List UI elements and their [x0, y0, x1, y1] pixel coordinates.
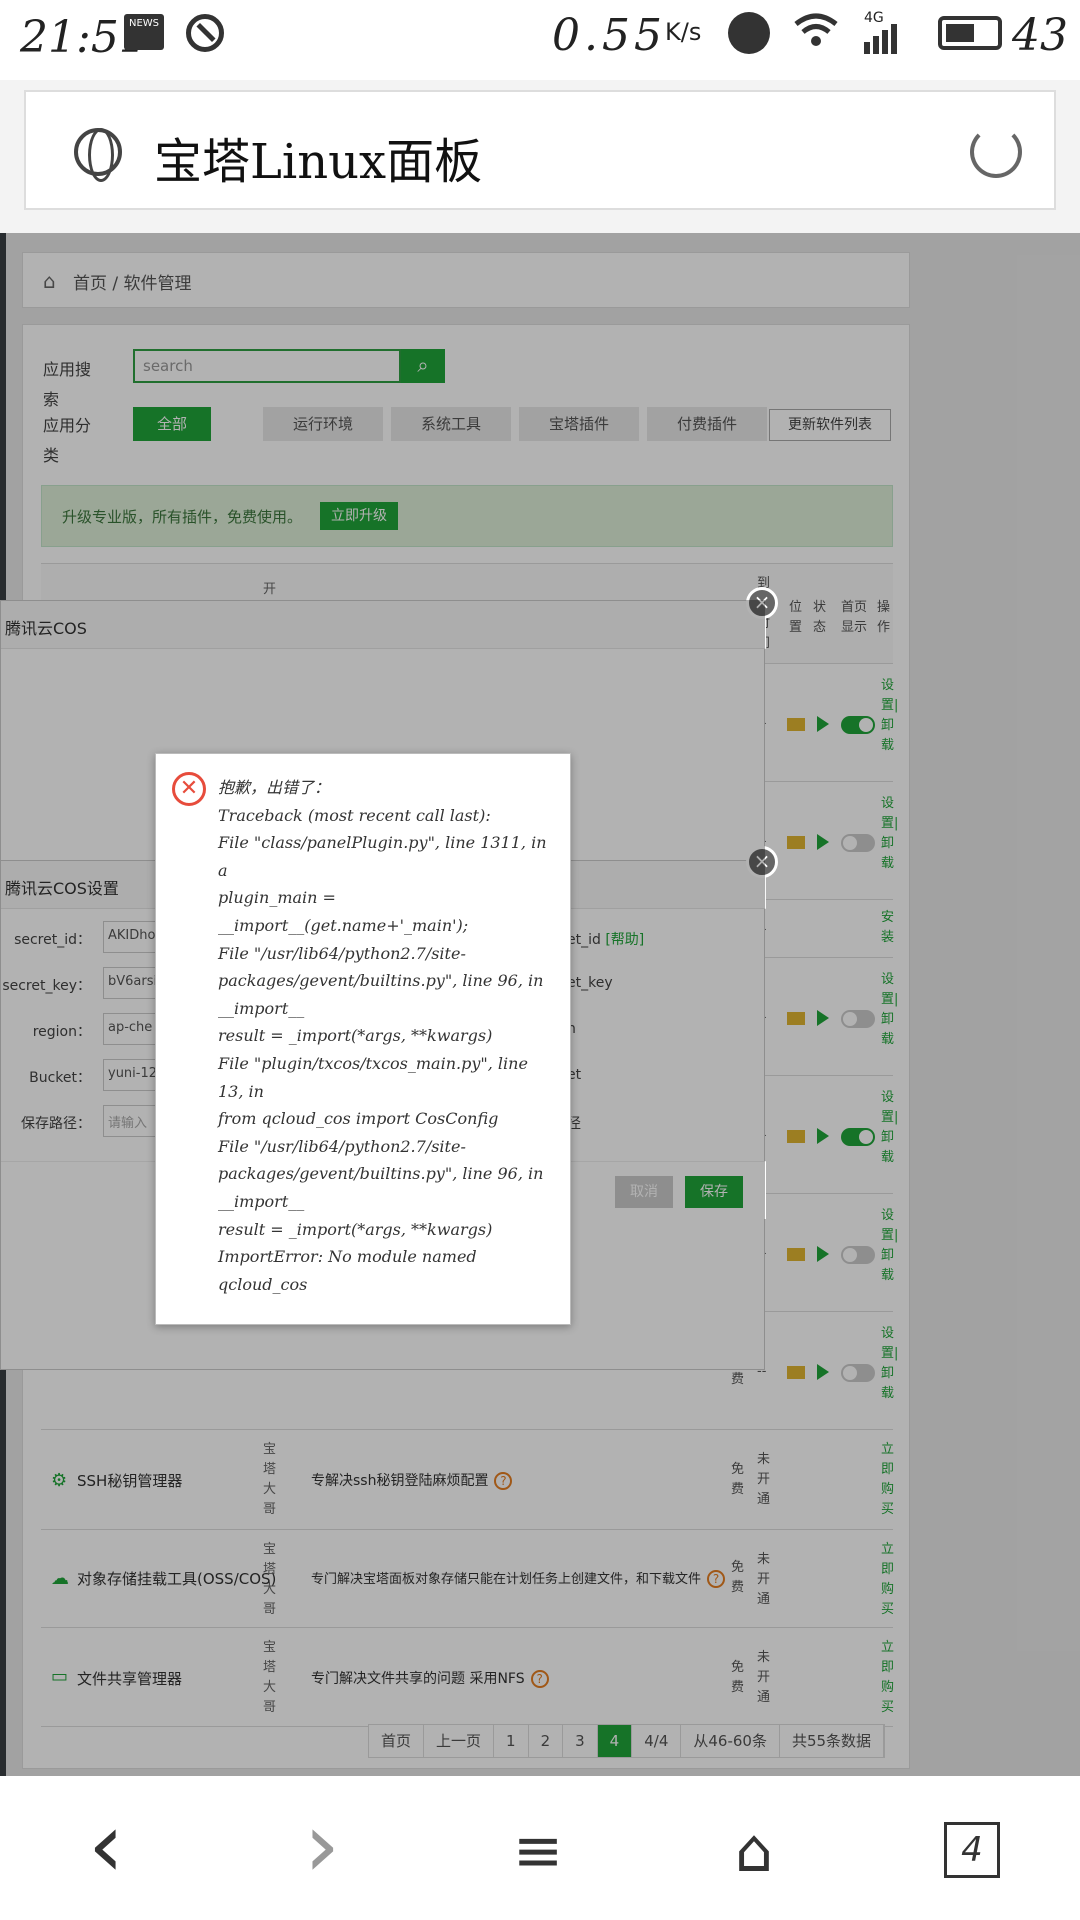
signal-icon [864, 24, 900, 54]
error-line: from qcloud_cos import CosConfig [218, 1109, 499, 1129]
error-line: result = _import(*args, **kwargs) [218, 1219, 493, 1239]
battery-icon [938, 16, 1002, 50]
tabs-button[interactable]: 4 [944, 1822, 1000, 1878]
error-icon: ✕ [172, 772, 206, 806]
globe-icon [74, 128, 122, 182]
browser-toolbar: 宝塔Linux面板 [0, 80, 1080, 233]
error-line: File "/usr/lib64/python2.7/site-packages… [218, 943, 544, 1018]
do-not-disturb-icon [186, 14, 224, 52]
page-title: 宝塔Linux面板 [154, 134, 483, 190]
battery-level: 43 [1012, 10, 1068, 61]
net-speed-unit: K/s [665, 18, 702, 46]
address-bar[interactable]: 宝塔Linux面板 [24, 90, 1056, 210]
net-speed: 0.55 [552, 10, 666, 61]
error-line: result = _import(*args, **kwargs) [218, 1026, 493, 1046]
error-line: Traceback (most recent call last): [218, 805, 491, 825]
alarm-icon [728, 12, 770, 54]
browser-bottom-nav: ‹ › ≡ ⌂ 4 [0, 1776, 1080, 1920]
reload-icon[interactable] [970, 126, 1022, 178]
home-button[interactable]: ⌂ [714, 1816, 794, 1886]
menu-button[interactable]: ≡ [498, 1816, 578, 1886]
forward-button[interactable]: › [282, 1801, 362, 1891]
news-icon: NEWS [124, 14, 164, 50]
error-message: 抱歉，出错了： Traceback (most recent call last… [218, 774, 558, 1298]
back-button[interactable]: ‹ [66, 1801, 146, 1891]
error-line: plugin_main = __import__(get.name+'_main… [218, 888, 469, 935]
error-line: File "class/panelPlugin.py", line 1311, … [218, 833, 547, 880]
error-line: ImportError: No module named qcloud_cos [218, 1247, 477, 1294]
error-line: 抱歉，出错了： [218, 778, 331, 797]
status-bar: 21:51 NEWS 0.55 K/s 4G 43 [0, 0, 1080, 80]
error-dialog: ✕ 抱歉，出错了： Traceback (most recent call la… [155, 753, 571, 1325]
error-line: File "/usr/lib64/python2.7/site-packages… [218, 1136, 544, 1211]
error-line: File "plugin/txcos/txcos_main.py", line … [218, 1053, 528, 1101]
wifi-icon [792, 10, 840, 59]
